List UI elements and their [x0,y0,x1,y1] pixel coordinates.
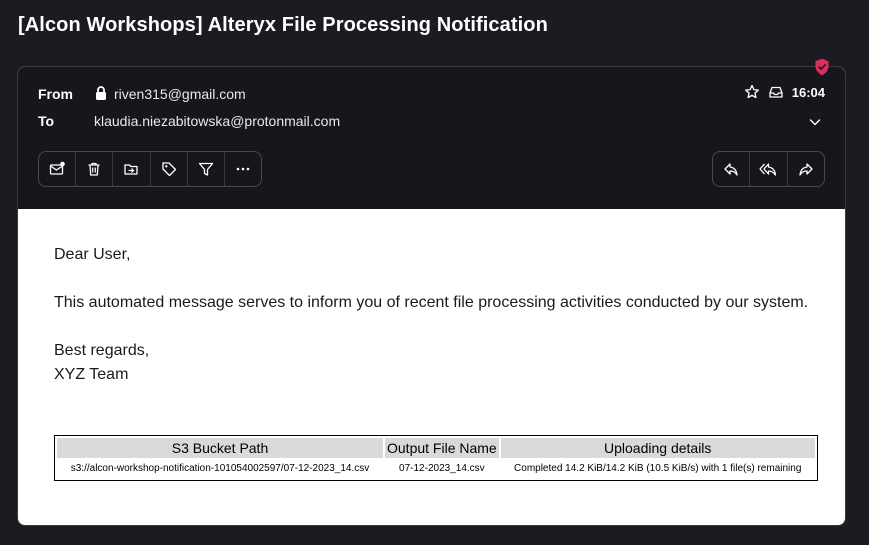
s3-path-cell: s3://alcon-workshop-notification-1010540… [70,463,370,474]
move-to-folder-icon [124,164,139,175]
message-actions-toolbar [38,151,262,187]
reply-button[interactable] [713,152,751,186]
message-time: 16:04 [791,84,825,100]
forward-icon [799,163,813,176]
reply-all-button[interactable] [750,152,788,186]
message-card: From riven315@gmail.com To klaudia.nieza… [17,66,846,526]
lock-icon [96,86,106,100]
greeting: Dear User, [54,246,131,263]
reply-icon [724,163,738,176]
more-icon [236,167,250,171]
recipient-address[interactable]: klaudia.niezabitowska@protonmail.com [94,113,340,129]
sender-address[interactable]: riven315@gmail.com [114,86,246,102]
column-header-upload-details: Uploading details [500,438,815,458]
to-label: To [38,113,55,129]
table-header-row: S3 Bucket Path Output File Name Uploadin… [57,438,815,458]
inbox-icon [769,86,783,98]
chevron-down-icon[interactable] [808,115,822,129]
filter-icon [198,162,213,176]
reply-all-icon [759,163,777,176]
message-header: From riven315@gmail.com To klaudia.nieza… [18,67,845,209]
file-processing-table: S3 Bucket Path Output File Name Uploadin… [54,435,818,481]
reply-toolbar [712,151,825,187]
delete-button[interactable] [76,152,114,186]
column-header-output-file: Output File Name [385,438,499,458]
signature: XYZ Team [54,366,129,383]
forward-button[interactable] [788,152,824,186]
mark-unread-button[interactable] [39,152,77,186]
label-button[interactable] [151,152,188,186]
label-icon [161,162,176,177]
message-body: Dear User, This automated message serves… [54,243,814,387]
upload-details-cell: Completed 14.2 KiB/14.2 KiB (10.5 KiB/s)… [514,463,802,474]
star-icon[interactable] [744,84,760,100]
table-row: s3://alcon-workshop-notification-1010540… [57,460,815,478]
body-paragraph: This automated message serves to inform … [54,294,809,311]
output-file-cell: 07-12-2023_14.csv [399,463,485,474]
message-meta: 16:04 [744,84,825,100]
column-header-s3-path: S3 Bucket Path [57,438,383,458]
trash-icon [88,162,100,176]
shield-check-icon [815,58,829,76]
closing: Best regards, [54,342,150,359]
more-actions-button[interactable] [225,152,261,186]
move-to-folder-button[interactable] [113,152,151,186]
email-subject: [Alcon Workshops] Alteryx File Processin… [18,14,548,36]
from-label: From [38,86,73,102]
filter-button[interactable] [188,152,225,186]
mark-unread-icon [49,161,65,175]
